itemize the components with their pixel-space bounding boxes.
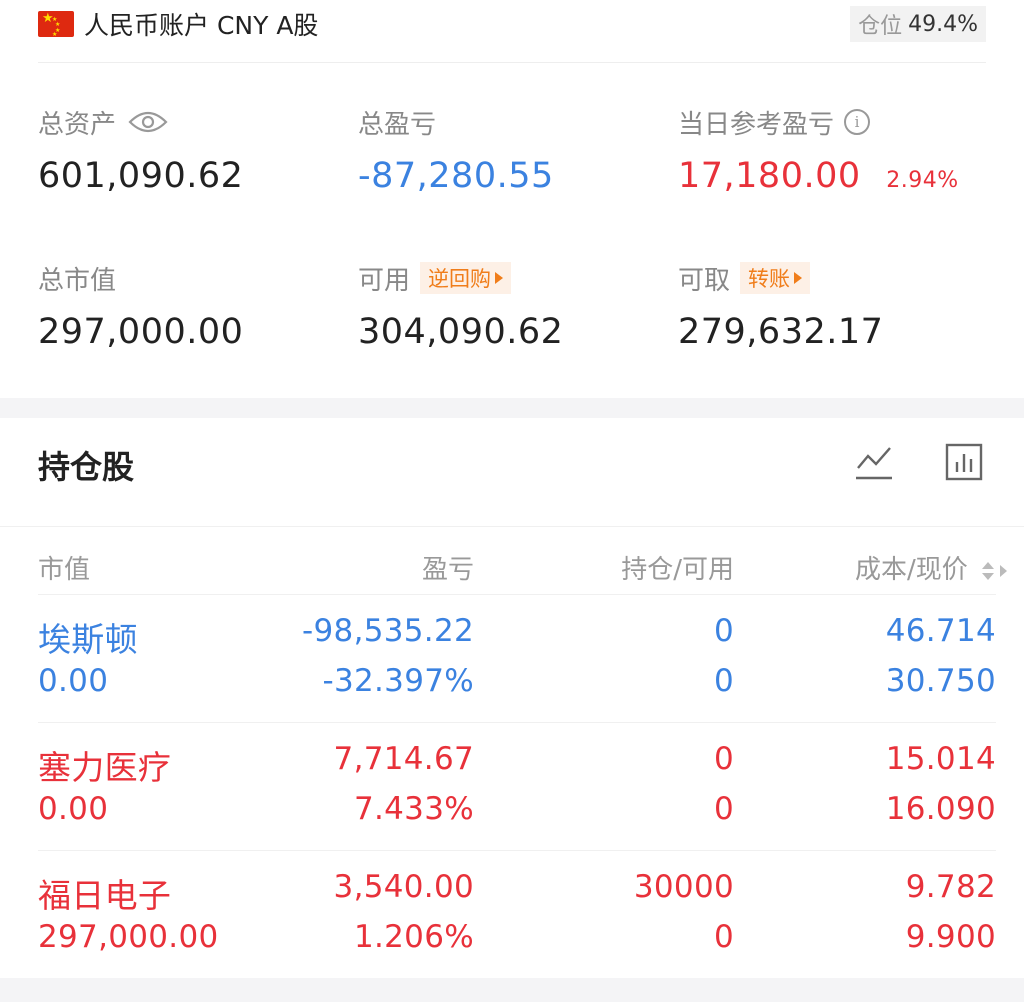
triangle-right-icon — [794, 272, 803, 284]
withdrawable-value: 279,632.17 — [678, 312, 884, 352]
stock-cost: 9.782 — [905, 869, 996, 905]
stock-pnl: 7,714.67 — [333, 741, 474, 777]
stock-pnl-pct: 7.433% — [353, 791, 474, 827]
account-summary-card: ★ ★ ★ ★ ★ 人民币账户 CNY A股 仓位 49.4% 总资产 601,… — [0, 0, 1024, 398]
table-row[interactable]: 福日电子 297,000.00 3,540.00 1.206% 30000 0 … — [38, 850, 996, 979]
position-value: 49.4% — [908, 11, 978, 37]
withdrawable-stat: 可取 转账 279,632.17 — [678, 258, 883, 352]
column-holding-available: 持仓/可用 — [621, 555, 734, 585]
stock-cost: 15.014 — [885, 741, 996, 777]
sort-icon[interactable] — [980, 559, 1010, 583]
account-header[interactable]: ★ ★ ★ ★ ★ 人民币账户 CNY A股 — [38, 6, 318, 42]
available-label: 可用 — [358, 265, 411, 296]
position-label: 仓位 — [858, 14, 903, 39]
daily-pnl-label: 当日参考盈亏 — [678, 109, 835, 140]
reverse-repo-button[interactable]: 逆回购 — [420, 262, 512, 294]
withdrawable-label: 可取 — [678, 265, 731, 296]
total-assets-label: 总资产 — [38, 109, 117, 140]
stock-available: 0 — [713, 663, 734, 699]
account-name: 人民币账户 CNY A股 — [84, 11, 319, 40]
stock-price: 9.900 — [905, 919, 996, 955]
stock-holding: 0 — [713, 613, 734, 649]
total-pnl-stat: 总盈亏 -87,280.55 — [358, 102, 554, 197]
table-row[interactable]: 塞力医疗 0.00 7,714.67 7.433% 0 0 15.014 16.… — [38, 722, 996, 851]
eye-icon[interactable] — [128, 109, 168, 135]
stock-name: 塞力医疗 — [38, 748, 172, 787]
triangle-right-icon — [495, 272, 504, 284]
market-value-value: 297,000.00 — [38, 312, 244, 352]
daily-pnl-pct: 2.94% — [886, 168, 959, 193]
stock-name: 福日电子 — [38, 876, 172, 915]
stock-cost: 46.714 — [885, 613, 996, 649]
daily-pnl-stat: 当日参考盈亏 i 17,180.00 2.94% — [678, 102, 959, 196]
table-row[interactable]: 埃斯顿 0.00 -98,535.22 -32.397% 0 0 46.714 … — [38, 594, 996, 723]
stock-price: 30.750 — [885, 663, 996, 699]
market-value-stat: 总市值 297,000.00 — [38, 258, 244, 353]
total-pnl-value: -87,280.55 — [358, 156, 554, 196]
total-pnl-label: 总盈亏 — [358, 109, 437, 140]
total-assets-stat: 总资产 601,090.62 — [38, 102, 244, 197]
stock-price: 16.090 — [885, 791, 996, 827]
available-stat: 可用 逆回购 304,090.62 — [358, 258, 563, 352]
column-market-value: 市值 — [38, 555, 91, 585]
china-flag-icon: ★ ★ ★ ★ ★ — [38, 11, 74, 38]
column-cost-price[interactable]: 成本/现价 — [855, 549, 1010, 586]
stock-holding: 0 — [713, 741, 734, 777]
divider — [38, 62, 986, 63]
total-assets-value: 601,090.62 — [38, 156, 244, 196]
holdings-table-header: 市值 盈亏 持仓/可用 成本/现价 — [0, 526, 1024, 603]
position-badge: 仓位 49.4% — [850, 6, 986, 42]
stock-pnl: 3,540.00 — [333, 869, 474, 905]
line-chart-icon[interactable] — [854, 442, 894, 482]
stock-market-value: 297,000.00 — [38, 919, 219, 955]
column-pnl: 盈亏 — [421, 555, 474, 585]
stock-pnl: -98,535.22 — [302, 613, 474, 649]
market-value-label: 总市值 — [38, 265, 117, 296]
available-value: 304,090.62 — [358, 312, 564, 352]
stock-pnl-pct: -32.397% — [322, 663, 474, 699]
stock-pnl-pct: 1.206% — [353, 919, 474, 955]
bar-chart-icon[interactable] — [944, 442, 984, 482]
holdings-title: 持仓股 — [38, 448, 135, 486]
transfer-button[interactable]: 转账 — [740, 262, 811, 294]
holdings-card: 持仓股 市值 盈亏 持仓/可用 成本/现价 埃斯顿 0.00 -98,535.2… — [0, 418, 1024, 978]
info-icon[interactable]: i — [844, 109, 871, 135]
stock-market-value: 0.00 — [38, 791, 109, 827]
stock-name: 埃斯顿 — [38, 620, 138, 659]
daily-pnl-value: 17,180.00 — [678, 156, 861, 196]
stock-available: 0 — [713, 791, 734, 827]
stock-holding: 30000 — [633, 869, 734, 905]
stock-available: 0 — [713, 919, 734, 955]
stock-market-value: 0.00 — [38, 663, 109, 699]
